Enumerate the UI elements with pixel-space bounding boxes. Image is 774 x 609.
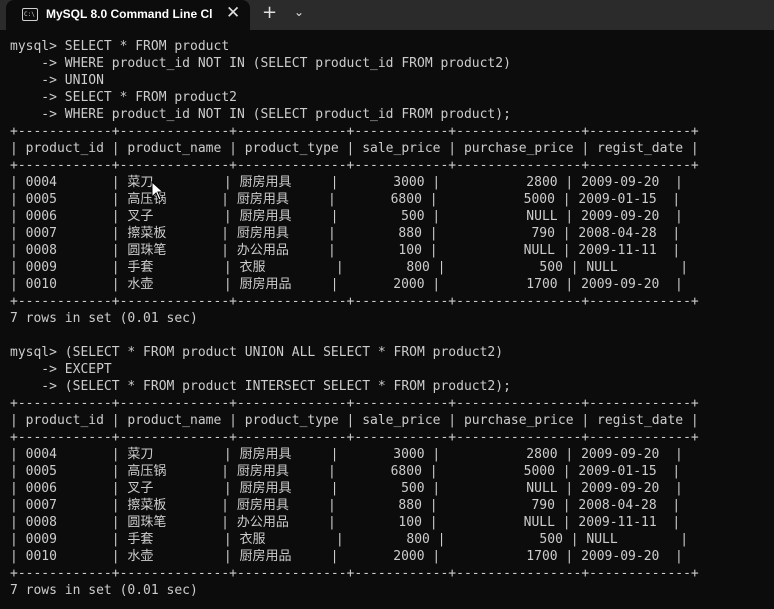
console-output[interactable]: mysql> SELECT * FROM product -> WHERE pr… [10,38,770,599]
console-line: | 0010 | 水壶 | 厨房用品 | 2000 | 1700 | 2009-… [10,277,683,292]
console-line: | product_id | product_name | product_ty… [10,141,699,156]
close-tab-icon[interactable]: ✕ [226,3,240,23]
console-line: -> (SELECT * FROM product INTERSECT SELE… [10,379,511,394]
console-line: | 0004 | 菜刀 | 厨房用具 | 3000 | 2800 | 2009-… [10,175,683,190]
terminal-icon: C:\ [22,8,38,21]
chevron-down-icon[interactable]: ⌄ [294,5,304,19]
console-line: +------------+--------------+-----------… [10,158,699,173]
active-tab[interactable]: C:\ MySQL 8.0 Command Line Cli ✕ [6,0,250,30]
console-line: -> UNION [10,73,104,88]
console-line: | 0007 | 擦菜板 | 厨房用具 | 880 | 790 | 2008-0… [10,498,681,513]
console-line: +------------+--------------+-----------… [10,430,699,445]
console-line: | 0005 | 高压锅 | 厨房用具 | 6800 | 5000 | 2009… [10,192,681,207]
console-line: | 0006 | 叉子 | 厨房用具 | 500 | NULL | 2009-0… [10,481,683,496]
console-line: | 0006 | 叉子 | 厨房用具 | 500 | NULL | 2009-0… [10,209,683,224]
terminal-window: C:\ MySQL 8.0 Command Line Cli ✕ + ⌄ mys… [0,0,774,609]
console-line: mysql> SELECT * FROM product [10,39,230,54]
mouse-cursor-icon [151,181,165,201]
console-line: +------------+--------------+-----------… [10,566,699,581]
new-tab-icon[interactable]: + [262,2,277,23]
title-bar: C:\ MySQL 8.0 Command Line Cli ✕ + ⌄ [0,0,774,30]
console-line: | 0009 | 手套 | 衣服 | 800 | 500 | NULL | [10,532,689,547]
console-line: +------------+--------------+-----------… [10,124,699,139]
console-line: | 0005 | 高压锅 | 厨房用具 | 6800 | 5000 | 2009… [10,464,681,479]
console-line: | 0007 | 擦菜板 | 厨房用具 | 880 | 790 | 2008-0… [10,226,681,241]
tab-title: MySQL 8.0 Command Line Cli [46,7,212,21]
console-line: 7 rows in set (0.01 sec) [10,311,198,326]
console-line: 7 rows in set (0.01 sec) [10,583,198,598]
console-line: -> WHERE product_id NOT IN (SELECT produ… [10,56,511,71]
console-line: -> EXCEPT [10,362,112,377]
console-line: | 0008 | 圆珠笔 | 办公用品 | 100 | NULL | 2009-… [10,515,681,530]
console-line: | product_id | product_name | product_ty… [10,413,699,428]
console-line: +------------+--------------+-----------… [10,294,699,309]
console-line: -> WHERE product_id NOT IN (SELECT produ… [10,107,511,122]
console-line: -> SELECT * FROM product2 [10,90,237,105]
console-line: +------------+--------------+-----------… [10,396,699,411]
console-line: | 0009 | 手套 | 衣服 | 800 | 500 | NULL | [10,260,689,275]
console-line: | 0010 | 水壶 | 厨房用品 | 2000 | 1700 | 2009-… [10,549,683,564]
console-line: mysql> (SELECT * FROM product UNION ALL … [10,345,504,360]
console-line: | 0008 | 圆珠笔 | 办公用品 | 100 | NULL | 2009-… [10,243,681,258]
console-line: | 0004 | 菜刀 | 厨房用具 | 3000 | 2800 | 2009-… [10,447,683,462]
